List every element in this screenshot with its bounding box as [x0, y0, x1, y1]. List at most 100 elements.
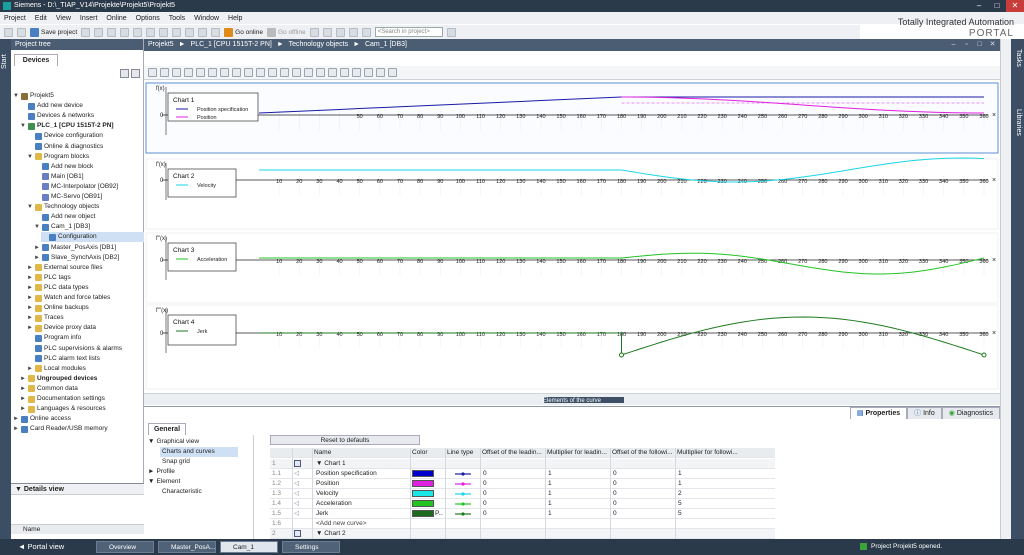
reset-to-defaults-button[interactable]: Reset to defaults: [270, 435, 420, 445]
accessible-devices-icon[interactable]: [309, 27, 319, 37]
editor-tab[interactable]: Master_PosA...: [158, 541, 216, 553]
tasks-tab[interactable]: Tasks: [1015, 49, 1022, 67]
row-checkbox[interactable]: [294, 529, 308, 539]
save-project-button[interactable]: Save project: [30, 27, 77, 37]
hand-tool-icon[interactable]: [172, 68, 181, 77]
tree-item[interactable]: PLC alarm text lists: [27, 354, 144, 364]
tree-item[interactable]: Devices & networks: [20, 111, 144, 121]
tree-item[interactable]: ► Common data: [20, 384, 144, 394]
libraries-tab[interactable]: Libraries: [1015, 109, 1022, 136]
editor-float-icon[interactable]: ▫: [962, 40, 971, 49]
line-type-icon[interactable]: [453, 509, 478, 519]
collapse-icon[interactable]: ▼: [34, 222, 40, 232]
tab-info[interactable]: ⓘ Info: [907, 407, 942, 419]
chart-panel[interactable]: [145, 232, 999, 304]
details-view-header[interactable]: ▼ Details view: [11, 484, 144, 495]
cut-icon[interactable]: [94, 27, 104, 37]
expand-icon[interactable]: ►: [27, 293, 33, 303]
breadcrumb-item[interactable]: PLC_1 [CPU 1515T-2 PN]: [191, 41, 272, 48]
expand-icon[interactable]: ►: [13, 414, 19, 424]
property-tree-item[interactable]: ► Profile: [148, 467, 238, 477]
menu-item-window[interactable]: Window: [194, 15, 219, 22]
curve-name[interactable]: <Add new curve>: [316, 519, 408, 529]
multiplier-following[interactable]: 1: [678, 469, 738, 479]
chart-horizontal-scrollbar[interactable]: Elements of the curve: [144, 393, 1000, 405]
show-overview-icon[interactable]: [120, 69, 129, 78]
insert-point-icon[interactable]: [268, 68, 277, 77]
tree-item[interactable]: ► Ungrouped devices: [20, 374, 144, 384]
tree-item[interactable]: ► Online backups: [27, 303, 144, 313]
select-tool-icon[interactable]: [256, 68, 265, 77]
breadcrumb-item[interactable]: Projekt5: [148, 41, 174, 48]
zoom-area-icon[interactable]: [184, 68, 193, 77]
expand-icon[interactable]: ►: [27, 364, 33, 374]
multiplier-leading[interactable]: 1: [548, 509, 608, 519]
editor-maximize-icon[interactable]: □: [975, 40, 984, 49]
tree-item[interactable]: Configuration: [41, 232, 144, 243]
tree-item[interactable]: ► Master_PosAxis [DB1]: [34, 243, 144, 253]
tree-item[interactable]: Add new object: [34, 212, 144, 222]
property-tree-item[interactable]: Charts and curves: [160, 447, 238, 457]
curve-visibility-icon[interactable]: ◁: [294, 489, 308, 499]
jerk-point[interactable]: [981, 352, 987, 358]
offset-leading[interactable]: 0: [483, 479, 543, 489]
tree-item[interactable]: ► PLC tags: [27, 273, 144, 283]
chart-vertical-scrollbar[interactable]: [1000, 39, 1011, 539]
offset-leading[interactable]: 0: [483, 499, 543, 509]
maximize-button[interactable]: □: [988, 0, 1006, 12]
property-tree-item[interactable]: ▼ Element: [148, 477, 238, 487]
multiplier-following[interactable]: 5: [678, 499, 738, 509]
multiplier-following[interactable]: 1: [678, 479, 738, 489]
redo-icon[interactable]: [159, 27, 169, 37]
devices-tab[interactable]: Devices: [14, 54, 58, 66]
line-type-icon[interactable]: [453, 489, 478, 499]
tree-item[interactable]: Add new device: [20, 101, 144, 111]
tree-item[interactable]: ▼ Projekt5: [13, 91, 144, 101]
editor-close-icon[interactable]: ✕: [988, 40, 997, 49]
expand-icon[interactable]: ►: [27, 283, 33, 293]
tree-item[interactable]: ► Traces: [27, 313, 144, 323]
curve-color-swatch[interactable]: [412, 499, 443, 509]
expand-icon[interactable]: ►: [34, 253, 40, 263]
tree-item[interactable]: ▼ Cam_1 [DB3]: [34, 222, 144, 232]
menu-item-tools[interactable]: Tools: [169, 15, 185, 22]
multiplier-leading[interactable]: 1: [548, 499, 608, 509]
breadcrumb-item[interactable]: Technology objects: [289, 41, 349, 48]
collapse-icon[interactable]: ▼: [148, 478, 154, 485]
expand-icon[interactable]: ►: [20, 384, 26, 394]
tree-item[interactable]: ▼ PLC_1 [CPU 1515T-2 PN]: [20, 121, 144, 131]
tree-item[interactable]: ► Local modules: [27, 364, 144, 374]
zoom-in-icon[interactable]: [220, 68, 229, 77]
offset-following[interactable]: 0: [613, 489, 673, 499]
tree-item[interactable]: MC-Interpolator [OB92]: [34, 182, 144, 192]
tree-item[interactable]: ▼ Program blocks: [27, 152, 144, 162]
search-input[interactable]: <Search in project>: [374, 27, 443, 37]
split-editor-vertical-icon[interactable]: [361, 27, 371, 37]
table-row[interactable]: 1.4 ◁ Acceleration 0 1 0 5: [270, 499, 775, 509]
paste-icon[interactable]: [120, 27, 130, 37]
expand-icon[interactable]: ►: [27, 323, 33, 333]
editor-tab[interactable]: Settings: [282, 541, 340, 553]
tab-general[interactable]: General: [148, 423, 186, 435]
collapse-icon[interactable]: ▼: [27, 152, 33, 162]
insert-polynomial-icon[interactable]: [316, 68, 325, 77]
tree-item[interactable]: MC-Servo [OB91]: [34, 192, 144, 202]
expand-icon[interactable]: ►: [27, 273, 33, 283]
offset-leading[interactable]: 0: [483, 469, 543, 479]
table-view-icon[interactable]: [352, 68, 361, 77]
expand-icon[interactable]: ►: [20, 374, 26, 384]
collapse-icon[interactable]: ▼: [13, 91, 19, 101]
editor-tab[interactable]: Overview: [96, 541, 154, 553]
arrow-left-icon[interactable]: [148, 68, 157, 77]
cam-charts-svg[interactable]: f(x)0 ×50 60 70 80 90 100 110 120 130 140 150 160 170…: [144, 81, 1000, 393]
go-offline-button[interactable]: Go offline: [266, 27, 306, 37]
expand-icon[interactable]: ►: [27, 303, 33, 313]
expand-icon[interactable]: ►: [27, 313, 33, 323]
expand-icon[interactable]: ►: [13, 424, 19, 434]
tree-item[interactable]: Main [OB1]: [34, 172, 144, 182]
offset-following[interactable]: 0: [613, 469, 673, 479]
insert-inclined-sine-icon[interactable]: [328, 68, 337, 77]
tree-item[interactable]: Device configuration: [27, 131, 144, 141]
curve-color-swatch[interactable]: [412, 479, 443, 489]
jerk-point[interactable]: [619, 352, 624, 358]
